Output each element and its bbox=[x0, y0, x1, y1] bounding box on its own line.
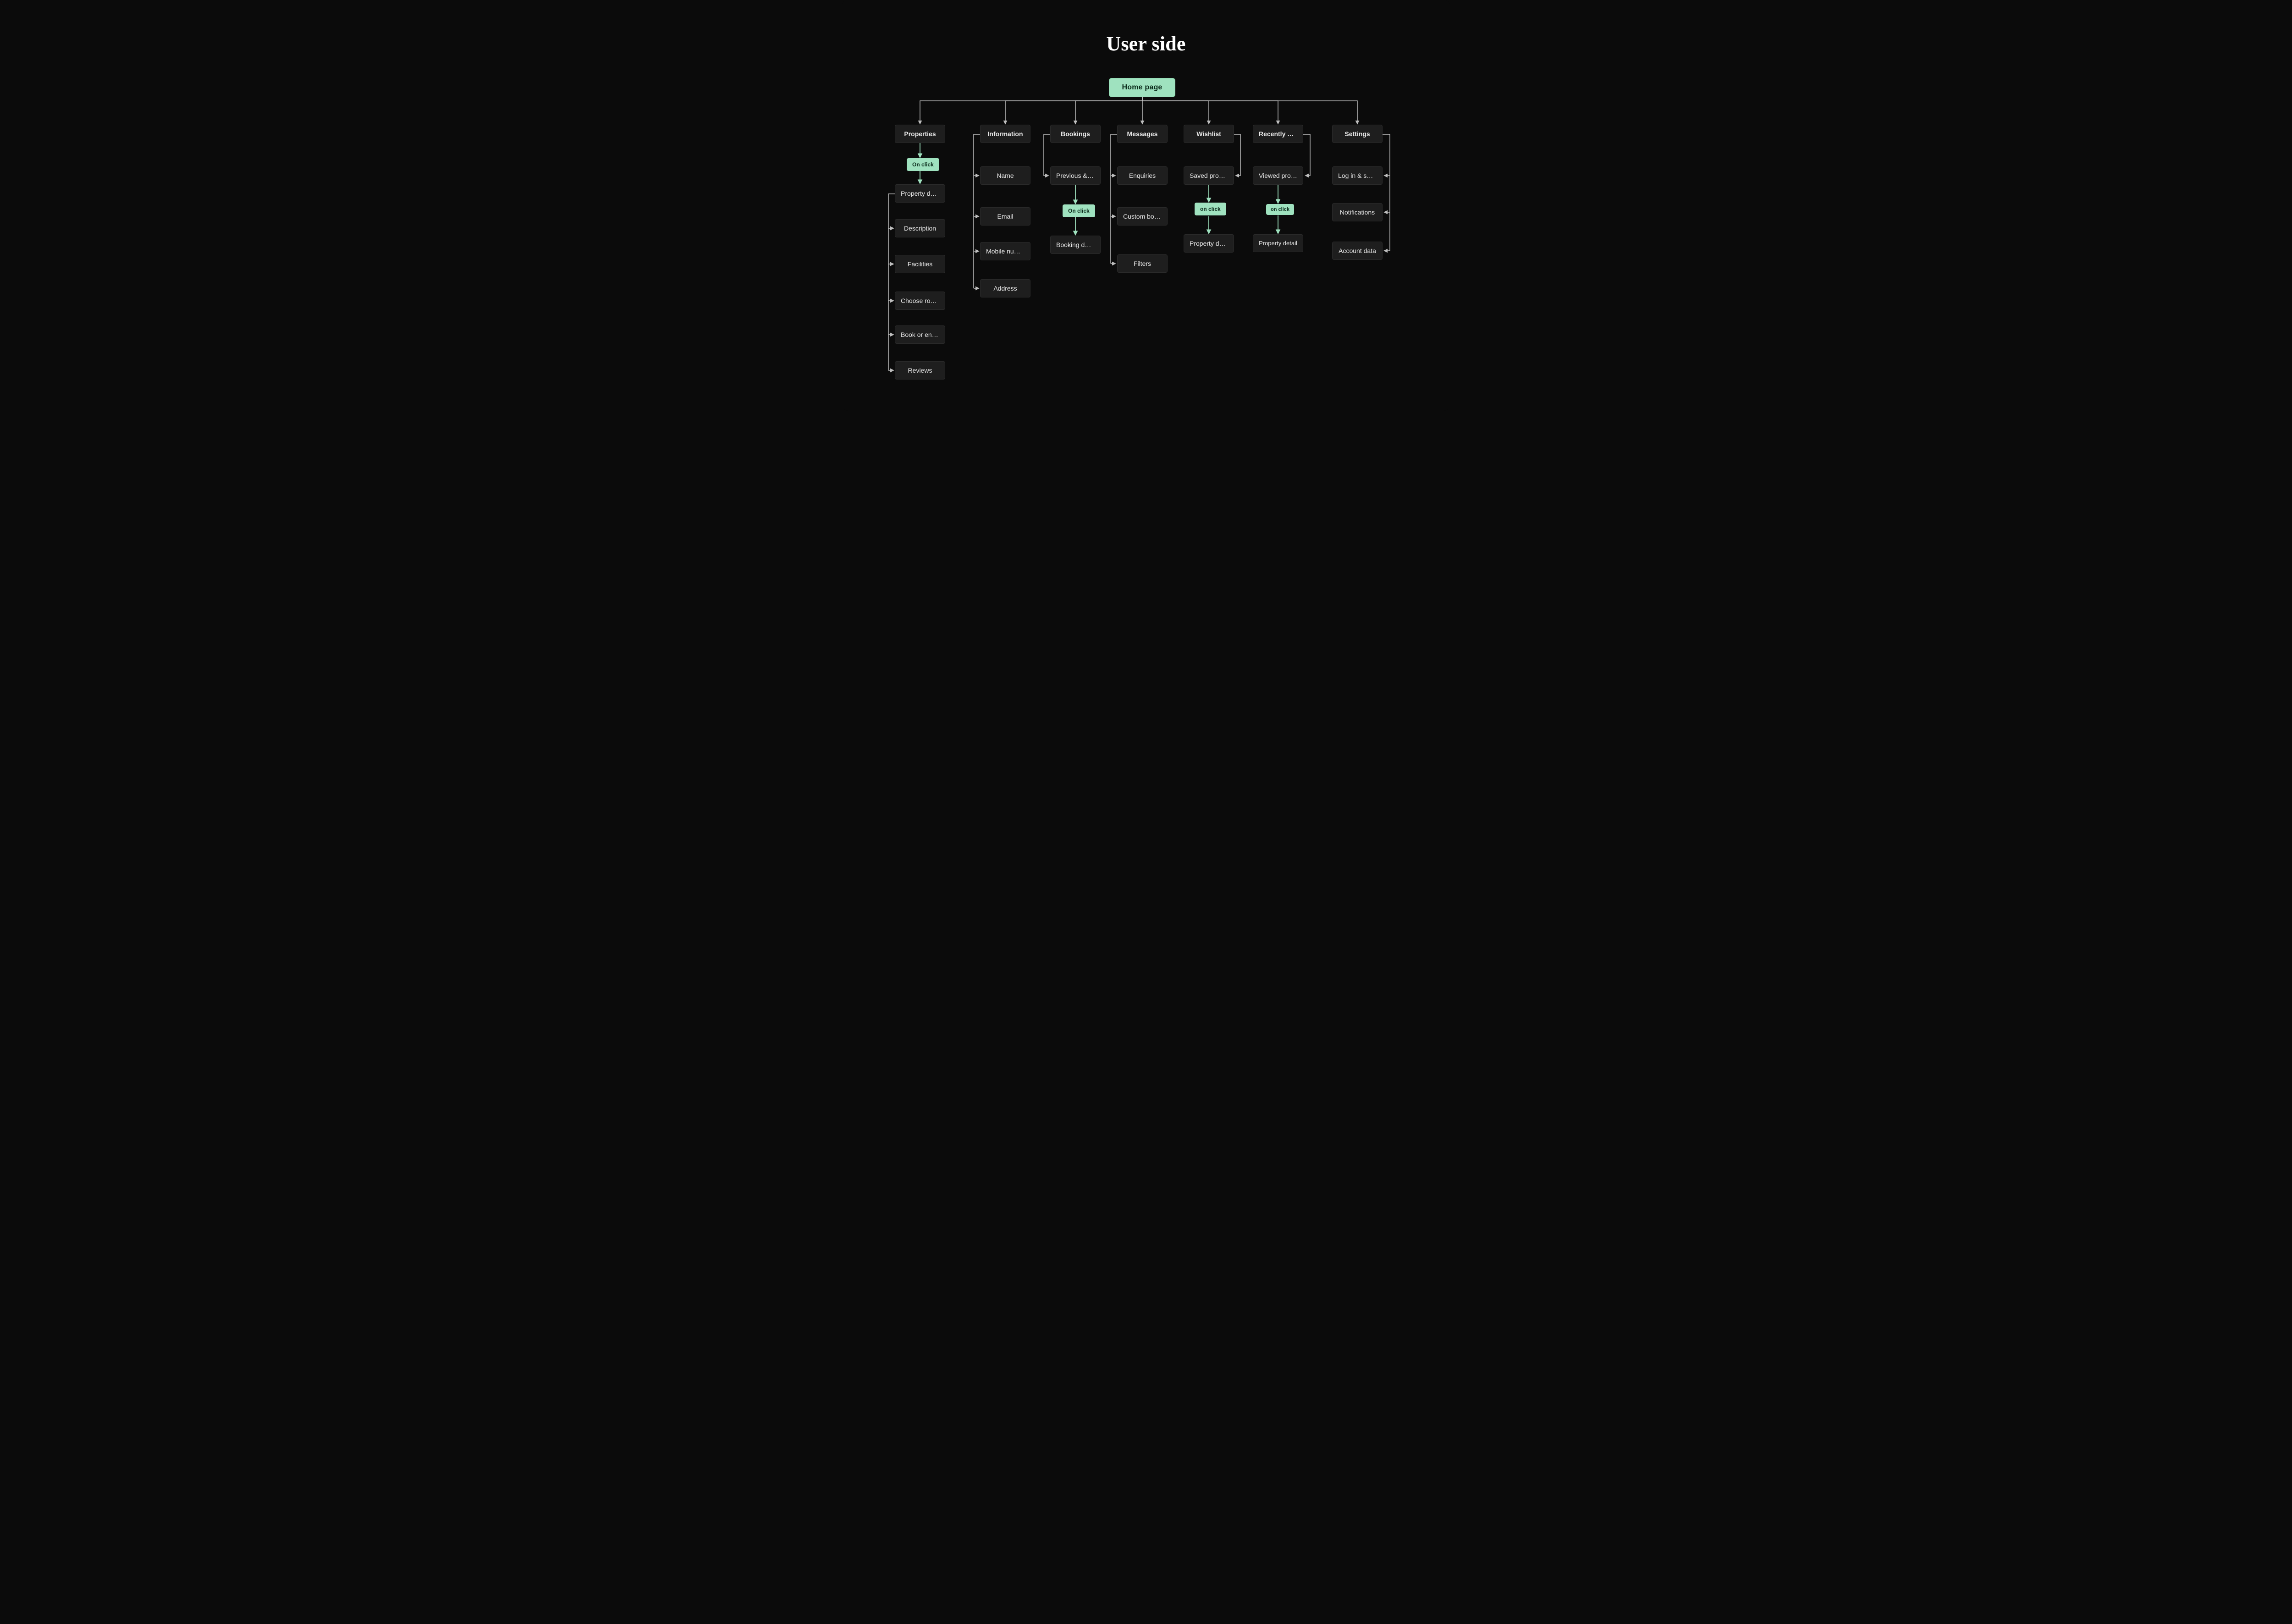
node-saved-properties[interactable]: Saved proper… bbox=[1184, 166, 1234, 185]
node-recently-detail[interactable]: Property detail bbox=[1253, 234, 1303, 252]
node-settings[interactable]: Settings bbox=[1332, 125, 1383, 143]
node-previous-present[interactable]: Previous & pr… bbox=[1050, 166, 1101, 185]
node-filters[interactable]: Filters bbox=[1117, 254, 1168, 273]
node-property-detail[interactable]: Property detail bbox=[895, 184, 945, 203]
badge-on-click-properties: On click bbox=[907, 158, 939, 171]
node-name[interactable]: Name bbox=[980, 166, 1030, 185]
node-account-data[interactable]: Account data bbox=[1332, 242, 1383, 260]
node-information[interactable]: Information bbox=[980, 125, 1030, 143]
node-enquiries[interactable]: Enquiries bbox=[1117, 166, 1168, 185]
badge-on-click-bookings: On click bbox=[1063, 204, 1095, 217]
node-notifications[interactable]: Notifications bbox=[1332, 203, 1383, 221]
badge-on-click-recently: on click bbox=[1266, 204, 1294, 215]
node-choose-rooms[interactable]: Choose rooms bbox=[895, 292, 945, 310]
node-booking-detail[interactable]: Booking detail bbox=[1050, 236, 1101, 254]
node-properties[interactable]: Properties bbox=[895, 125, 945, 143]
node-wishlist[interactable]: Wishlist bbox=[1184, 125, 1234, 143]
node-wishlist-detail[interactable]: Property detail bbox=[1184, 234, 1234, 253]
node-book-or-enquire[interactable]: Book or enqu… bbox=[895, 325, 945, 344]
node-home[interactable]: Home page bbox=[1109, 78, 1175, 97]
node-description[interactable]: Description bbox=[895, 219, 945, 237]
node-viewed-properties[interactable]: Viewed prope… bbox=[1253, 166, 1303, 185]
node-email[interactable]: Email bbox=[980, 207, 1030, 226]
node-login-security[interactable]: Log in & secu… bbox=[1332, 166, 1383, 185]
node-bookings[interactable]: Bookings bbox=[1050, 125, 1101, 143]
node-mobile[interactable]: Mobile number bbox=[980, 242, 1030, 260]
page-title: User side bbox=[842, 32, 1450, 55]
node-address[interactable]: Address bbox=[980, 279, 1030, 297]
node-custom-book[interactable]: Custom book… bbox=[1117, 207, 1168, 226]
node-reviews[interactable]: Reviews bbox=[895, 361, 945, 380]
node-messages[interactable]: Messages bbox=[1117, 125, 1168, 143]
badge-on-click-wishlist: on click bbox=[1195, 203, 1226, 215]
diagram-frame: User side bbox=[842, 0, 1450, 411]
node-recently-viewed[interactable]: Recently vie… bbox=[1253, 125, 1303, 143]
node-facilities[interactable]: Facilities bbox=[895, 255, 945, 273]
